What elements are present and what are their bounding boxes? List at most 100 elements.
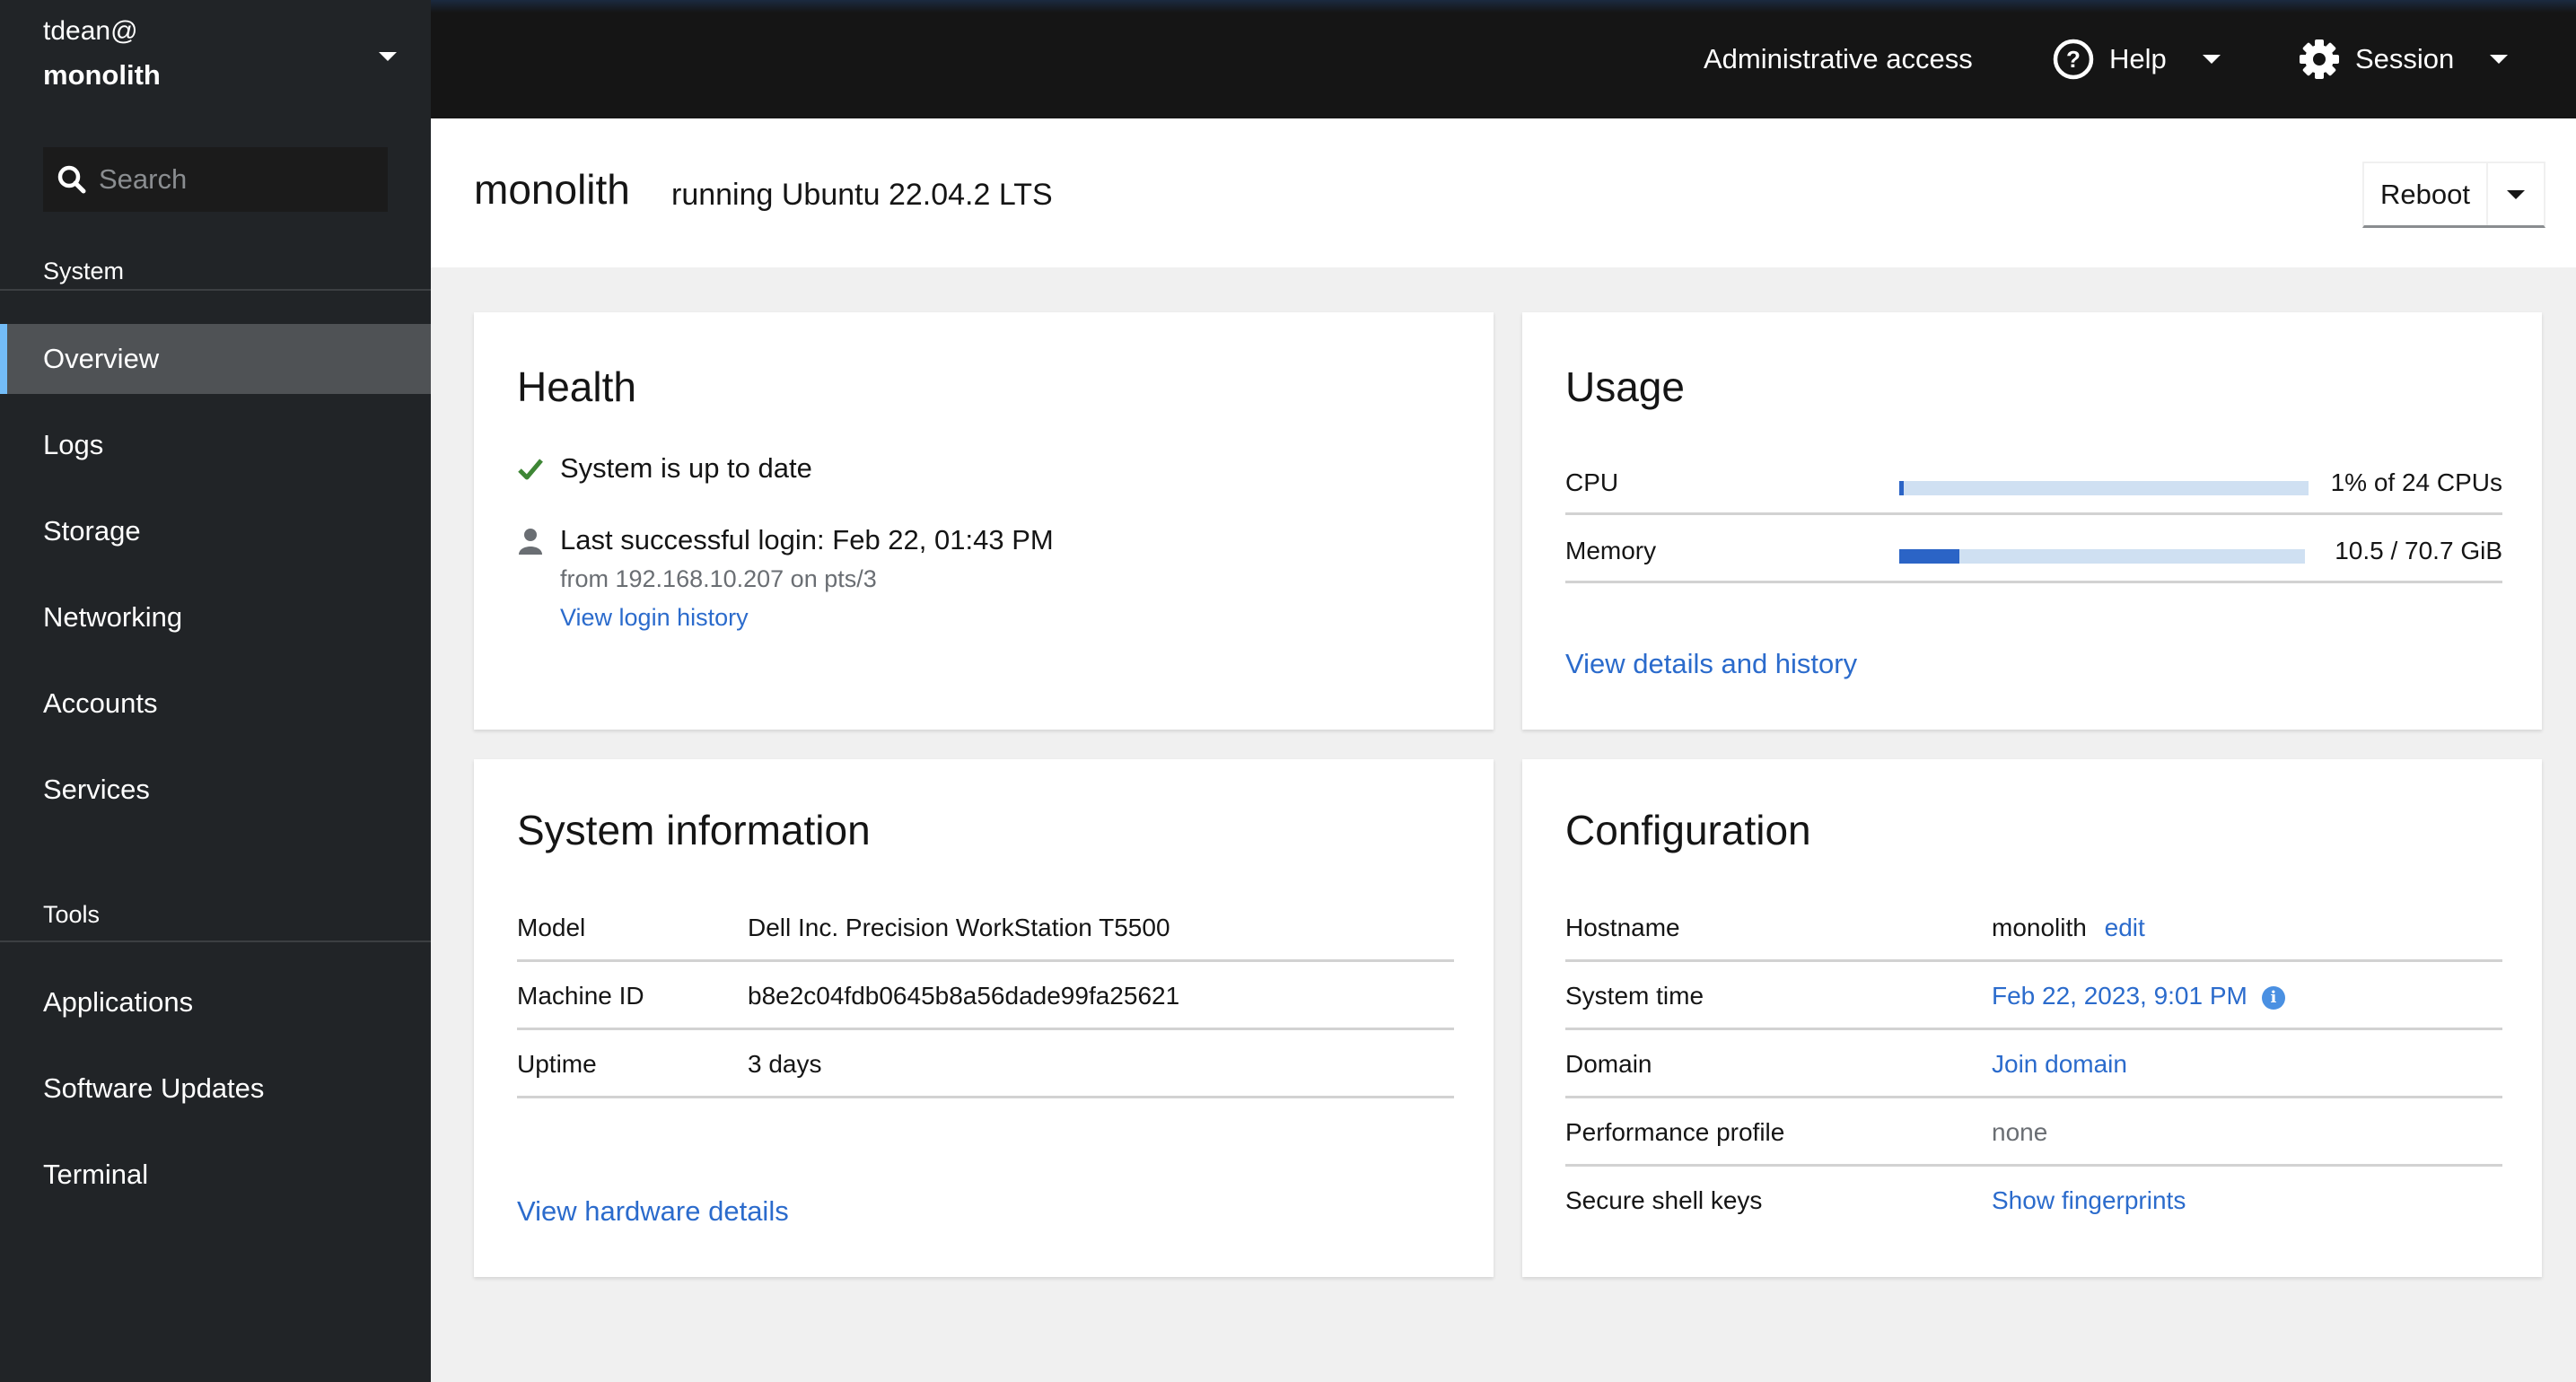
nav-divider	[0, 289, 431, 291]
sidebar-item-label: Terminal	[43, 1159, 149, 1190]
config-row-system-time: System time Feb 22, 2023, 9:01 PM i	[1565, 962, 2502, 1030]
config-label: Performance profile	[1565, 1118, 1785, 1146]
card-title: System information	[517, 807, 871, 853]
search-icon	[57, 165, 86, 194]
performance-profile-value[interactable]: none	[1992, 1118, 2047, 1147]
system-information-card: System information Model Dell Inc. Preci…	[474, 759, 1494, 1277]
sidebar: tdean@ monolith System Overview Logs Sto…	[0, 0, 431, 1382]
sidebar-item-label: Applications	[43, 986, 194, 1018]
reboot-button[interactable]: Reboot	[2364, 163, 2488, 225]
card-title: Health	[517, 363, 636, 410]
help-icon: ?	[2053, 39, 2094, 80]
host-user: tdean@	[43, 16, 138, 46]
chevron-down-icon	[2202, 55, 2221, 64]
help-label: Help	[2109, 43, 2167, 74]
reboot-options-toggle[interactable]	[2487, 163, 2544, 225]
nav-divider	[0, 940, 431, 942]
show-fingerprints-link[interactable]: Show fingerprints	[1992, 1186, 2186, 1215]
search-box	[43, 147, 388, 212]
sidebar-item-label: Accounts	[43, 687, 158, 719]
host-name: monolith	[43, 59, 161, 91]
sidebar-item-label: Networking	[43, 601, 183, 633]
config-row-hostname: Hostname monolith edit	[1565, 894, 2502, 962]
configuration-card: Configuration Hostname monolith edit Sys…	[1522, 759, 2542, 1277]
page-title: monolith	[474, 166, 630, 213]
user-icon	[519, 529, 542, 555]
update-status: System is up to date	[517, 452, 812, 485]
usage-row-cpu: CPU 1% of 24 CPUs	[1565, 447, 2502, 515]
chevron-down-icon	[2506, 189, 2525, 199]
sidebar-item-terminal[interactable]: Terminal	[0, 1140, 431, 1210]
last-login-text: Last successful login: Feb 22, 01:43 PM	[560, 524, 1054, 555]
nav-section-tools: Tools	[43, 901, 101, 928]
view-details-history-link[interactable]: View details and history	[1565, 648, 1857, 680]
memory-progress-fill	[1899, 549, 1960, 564]
sidebar-item-label: Software Updates	[43, 1072, 265, 1104]
config-label: System time	[1565, 982, 1704, 1010]
sidebar-item-label: Overview	[43, 343, 160, 374]
nav-section-system: System	[43, 258, 125, 284]
sidebar-item-label: Logs	[43, 429, 104, 460]
config-row-ssh-keys: Secure shell keys Show fingerprints	[1565, 1167, 2502, 1235]
usage-value: 1% of 24 CPUs	[2330, 468, 2502, 496]
config-row-performance-profile: Performance profile none	[1565, 1098, 2502, 1167]
last-login: Last successful login: Feb 22, 01:43 PM …	[517, 524, 1054, 632]
help-menu-button[interactable]: ? Help	[2052, 0, 2221, 118]
cpu-progress-bar	[1899, 481, 2309, 495]
config-label: Domain	[1565, 1050, 1652, 1078]
view-login-history-link[interactable]: View login history	[560, 604, 1054, 632]
info-row-machine-id: Machine ID b8e2c04fdb0645b8a56dade99fa25…	[517, 962, 1454, 1030]
sidebar-item-applications[interactable]: Applications	[0, 967, 431, 1037]
config-label: Secure shell keys	[1565, 1186, 1763, 1214]
info-icon[interactable]: i	[2261, 986, 2285, 1010]
last-login-source: from 192.168.10.207 on pts/3	[560, 565, 877, 592]
top-bar: Administrative access ? Help Session	[431, 0, 2576, 118]
info-value: Dell Inc. Precision WorkStation T5500	[748, 914, 1170, 941]
session-label: Session	[2355, 43, 2455, 74]
administrative-access-label: Administrative access	[1704, 43, 1973, 74]
check-icon	[518, 459, 543, 480]
config-label: Hostname	[1565, 914, 1680, 941]
search-input[interactable]	[99, 163, 368, 196]
hostname-value: monolith	[1992, 914, 2087, 941]
edit-hostname-link[interactable]: edit	[2105, 914, 2145, 941]
health-card: Health System is up to date Last success…	[474, 312, 1494, 730]
card-title: Configuration	[1565, 807, 1811, 853]
sidebar-item-accounts[interactable]: Accounts	[0, 669, 431, 739]
host-switcher[interactable]: tdean@ monolith	[0, 0, 431, 118]
usage-value: 10.5 / 70.7 GiB	[2335, 537, 2502, 564]
chevron-down-icon	[2490, 55, 2509, 64]
system-time-link[interactable]: Feb 22, 2023, 9:01 PM	[1992, 982, 2247, 1010]
usage-label: Memory	[1565, 537, 1657, 564]
usage-card: Usage CPU 1% of 24 CPUs Memory 10.5 / 70…	[1522, 312, 2542, 730]
gear-icon	[2300, 39, 2339, 79]
reboot-split-button: Reboot	[2362, 162, 2545, 228]
config-row-domain: Domain Join domain	[1565, 1030, 2502, 1098]
view-hardware-details-link[interactable]: View hardware details	[517, 1195, 789, 1228]
update-status-text: System is up to date	[560, 452, 812, 484]
chevron-down-icon	[379, 52, 397, 61]
sidebar-item-networking[interactable]: Networking	[0, 582, 431, 652]
cpu-progress-fill	[1899, 481, 1904, 495]
usage-label: CPU	[1565, 468, 1619, 496]
sidebar-item-overview[interactable]: Overview	[0, 324, 431, 394]
page-header: monolith running Ubuntu 22.04.2 LTS Rebo…	[431, 118, 2576, 267]
info-label: Model	[517, 914, 586, 941]
session-menu-button[interactable]: Session	[2298, 0, 2509, 118]
administrative-access-button[interactable]: Administrative access	[1704, 0, 1973, 118]
info-row-model: Model Dell Inc. Precision WorkStation T5…	[517, 894, 1454, 962]
card-title: Usage	[1565, 363, 1685, 410]
info-value: 3 days	[748, 1050, 822, 1078]
sidebar-item-storage[interactable]: Storage	[0, 496, 431, 566]
join-domain-link[interactable]: Join domain	[1992, 1050, 2127, 1079]
sidebar-item-logs[interactable]: Logs	[0, 410, 431, 480]
info-value: b8e2c04fdb0645b8a56dade99fa25621	[748, 982, 1180, 1010]
info-row-uptime: Uptime 3 days	[517, 1030, 1454, 1098]
info-label: Uptime	[517, 1050, 597, 1078]
info-label: Machine ID	[517, 982, 644, 1010]
svg-text:?: ?	[2066, 46, 2081, 73]
usage-row-memory: Memory 10.5 / 70.7 GiB	[1565, 515, 2502, 583]
sidebar-item-software-updates[interactable]: Software Updates	[0, 1054, 431, 1124]
sidebar-item-services[interactable]: Services	[0, 755, 431, 825]
os-subtitle: running Ubuntu 22.04.2 LTS	[671, 178, 1053, 212]
